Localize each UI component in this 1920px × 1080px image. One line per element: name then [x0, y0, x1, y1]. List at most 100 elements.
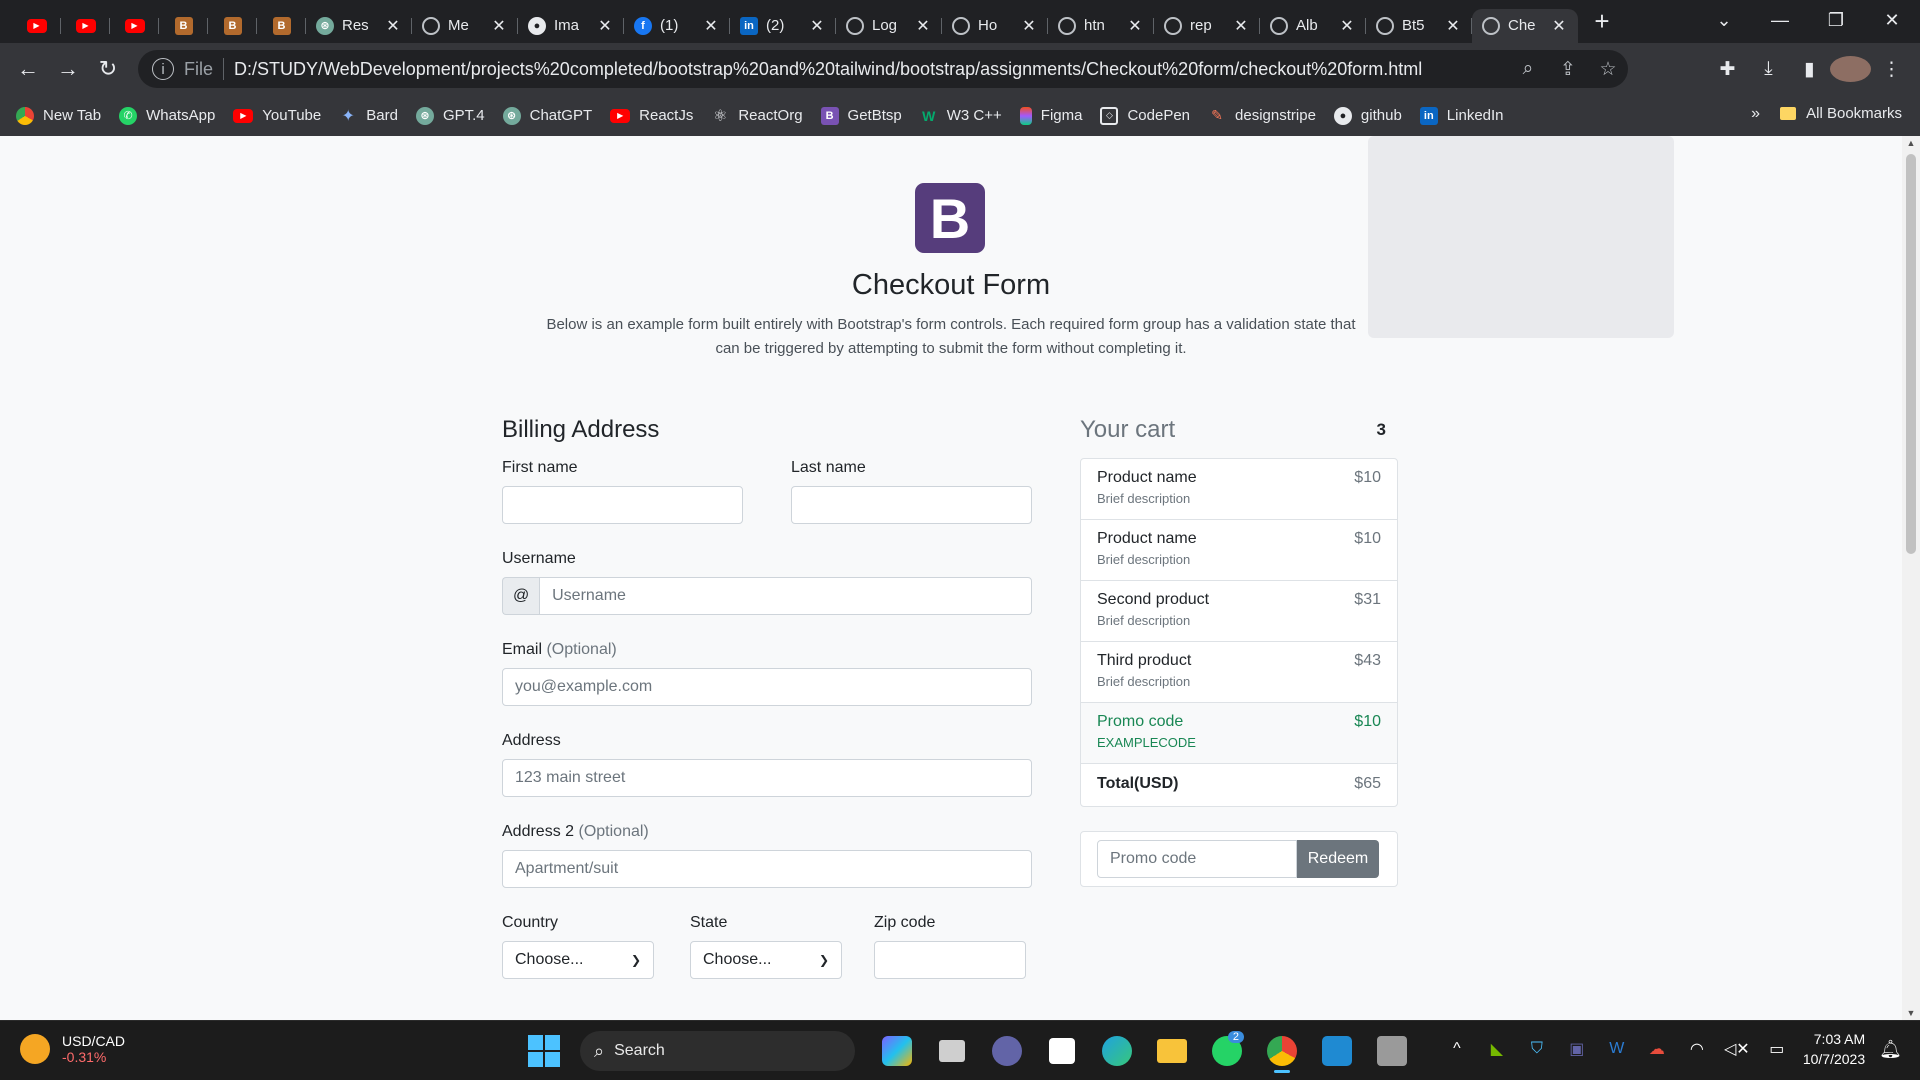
profile-avatar[interactable]: [1830, 56, 1871, 82]
store-app[interactable]: [1034, 1029, 1089, 1073]
close-icon[interactable]: ✕: [808, 16, 826, 36]
close-icon[interactable]: ✕: [1020, 16, 1038, 36]
task-view-app[interactable]: [924, 1029, 979, 1073]
notification-bell-icon[interactable]: 🔔︎: [1879, 1039, 1902, 1060]
tab-rep[interactable]: rep ✕: [1154, 9, 1260, 43]
last-name-input[interactable]: [791, 486, 1032, 524]
username-input[interactable]: [539, 577, 1032, 615]
tab-bt5[interactable]: Bt5 ✕: [1366, 9, 1472, 43]
pinned-tab-doc-2[interactable]: B: [208, 9, 257, 43]
address2-input[interactable]: [502, 850, 1032, 888]
edge-app[interactable]: [1089, 1029, 1144, 1073]
bookmark-codepen[interactable]: ◇ CodePen: [1100, 106, 1190, 125]
country-select[interactable]: Choose... ❯: [502, 941, 654, 979]
close-icon[interactable]: ✕: [1338, 16, 1356, 36]
reload-icon[interactable]: ↻: [88, 56, 128, 82]
page-scrollbar[interactable]: ▲ ▼: [1902, 136, 1920, 1020]
scrollbar-thumb[interactable]: [1906, 154, 1916, 554]
zip-input[interactable]: [874, 941, 1026, 979]
pinned-tab-doc-3[interactable]: B: [257, 9, 306, 43]
bookmark-gpt4[interactable]: ⊛ GPT.4: [415, 106, 485, 125]
side-panel-icon[interactable]: ▮: [1789, 58, 1830, 81]
bookmark-designstripe[interactable]: ✎ designstripe: [1208, 107, 1316, 125]
close-icon[interactable]: ✕: [1550, 16, 1568, 36]
clock[interactable]: 7:03 AM 10/7/2023: [1803, 1029, 1865, 1069]
bookmark-star-icon[interactable]: ☆: [1588, 58, 1628, 81]
share-icon[interactable]: ⇪: [1548, 58, 1588, 81]
pinned-tab-youtube-3[interactable]: ▶: [110, 9, 159, 43]
state-select[interactable]: Choose... ❯: [690, 941, 842, 979]
bookmark-new-tab[interactable]: New Tab: [16, 106, 101, 125]
word-icon[interactable]: W: [1597, 1040, 1637, 1058]
redeem-button[interactable]: Redeem: [1297, 840, 1379, 878]
bookmark-whatsapp[interactable]: ✆ WhatsApp: [119, 106, 215, 125]
info-icon[interactable]: i: [152, 58, 174, 80]
close-icon[interactable]: ✕: [1126, 16, 1144, 36]
tab-me[interactable]: Me ✕: [412, 9, 518, 43]
chrome-app[interactable]: [1254, 1029, 1309, 1073]
tab-log[interactable]: Log ✕: [836, 9, 942, 43]
scroll-up-icon[interactable]: ▲: [1902, 138, 1920, 148]
extensions-icon[interactable]: ✚: [1707, 58, 1748, 81]
bookmark-reactorg[interactable]: ⚛ ReactOrg: [711, 107, 802, 125]
close-icon[interactable]: ✕: [596, 16, 614, 36]
tab-htn[interactable]: htn ✕: [1048, 9, 1154, 43]
bookmark-bard[interactable]: ✦ Bard: [339, 107, 398, 125]
close-icon[interactable]: ✕: [1232, 16, 1250, 36]
address-input[interactable]: [502, 759, 1032, 797]
whatsapp-app[interactable]: 2: [1199, 1029, 1254, 1073]
bookmark-linkedin[interactable]: in LinkedIn: [1419, 106, 1504, 125]
vscode-app[interactable]: [1309, 1029, 1364, 1073]
email-input[interactable]: [502, 668, 1032, 706]
bookmark-reactjs[interactable]: ▶ ReactJs: [610, 107, 693, 124]
clipchamp-app[interactable]: [1364, 1029, 1419, 1073]
wifi-icon[interactable]: ◠: [1677, 1039, 1717, 1059]
windows-start-icon[interactable]: [528, 1035, 560, 1067]
tab-ho[interactable]: Ho ✕: [942, 9, 1048, 43]
scroll-down-icon[interactable]: ▼: [1902, 1008, 1920, 1018]
onedrive-error-icon[interactable]: ☁: [1637, 1039, 1677, 1059]
tab-checkout-active[interactable]: Che ✕: [1472, 8, 1578, 43]
tab-ima[interactable]: ● Ima ✕: [518, 9, 624, 43]
tab-alb[interactable]: Alb ✕: [1260, 9, 1366, 43]
menu-kebab-icon[interactable]: ⋮: [1871, 58, 1912, 81]
volume-muted-icon[interactable]: ◁✕: [1717, 1039, 1757, 1059]
taskbar-search[interactable]: ⌕ Search: [580, 1031, 855, 1071]
tab-res[interactable]: ⊛ Res ✕: [306, 9, 412, 43]
minimize-icon[interactable]: —: [1752, 10, 1808, 31]
teams-meet-app[interactable]: [979, 1029, 1034, 1073]
more-bookmarks-button[interactable]: »: [1751, 105, 1760, 123]
bookmark-github[interactable]: ● github: [1333, 106, 1402, 125]
file-explorer-app[interactable]: [1144, 1029, 1199, 1073]
pinned-tab-doc-1[interactable]: B: [159, 9, 208, 43]
back-arrow-icon[interactable]: ←: [8, 56, 48, 82]
nvidia-icon[interactable]: ◣: [1477, 1039, 1517, 1059]
tab-linkedin[interactable]: in (2) ✕: [730, 9, 836, 43]
first-name-input[interactable]: [502, 486, 743, 524]
bookmark-getbtsp[interactable]: B GetBtsp: [820, 106, 902, 125]
close-icon[interactable]: ✕: [1444, 16, 1462, 36]
bookmark-youtube[interactable]: ▶ YouTube: [233, 107, 321, 124]
tab-facebook[interactable]: f (1) ✕: [624, 9, 730, 43]
defender-shield-icon[interactable]: ⛉: [1517, 1040, 1557, 1058]
pinned-tab-youtube-1[interactable]: ▶: [12, 9, 61, 43]
all-bookmarks-button[interactable]: All Bookmarks: [1780, 105, 1902, 122]
teams-icon[interactable]: ▣: [1557, 1039, 1597, 1059]
tab-search-chevron-icon[interactable]: ⌄: [1696, 10, 1752, 31]
bookmark-chatgpt[interactable]: ⊛ ChatGPT: [502, 106, 592, 125]
close-icon[interactable]: ✕: [914, 16, 932, 36]
bookmark-w3[interactable]: W W3 C++: [920, 107, 1002, 125]
close-icon[interactable]: ✕: [490, 16, 508, 36]
zoom-icon[interactable]: ⌕: [1508, 58, 1548, 80]
battery-icon[interactable]: ▭: [1757, 1039, 1797, 1059]
restore-icon[interactable]: ❐: [1808, 10, 1864, 31]
ticker-widget[interactable]: USD/CAD -0.31%: [20, 1033, 125, 1065]
address-bar[interactable]: i File D:/STUDY/WebDevelopment/projects%…: [138, 50, 1628, 88]
close-icon[interactable]: ✕: [702, 16, 720, 36]
close-window-icon[interactable]: ✕: [1864, 10, 1920, 31]
new-tab-button[interactable]: +: [1584, 6, 1620, 37]
chevron-up-icon[interactable]: ^: [1437, 1040, 1477, 1058]
pinned-tab-youtube-2[interactable]: ▶: [61, 9, 110, 43]
close-icon[interactable]: ✕: [384, 16, 402, 36]
copilot-app[interactable]: [869, 1029, 924, 1073]
